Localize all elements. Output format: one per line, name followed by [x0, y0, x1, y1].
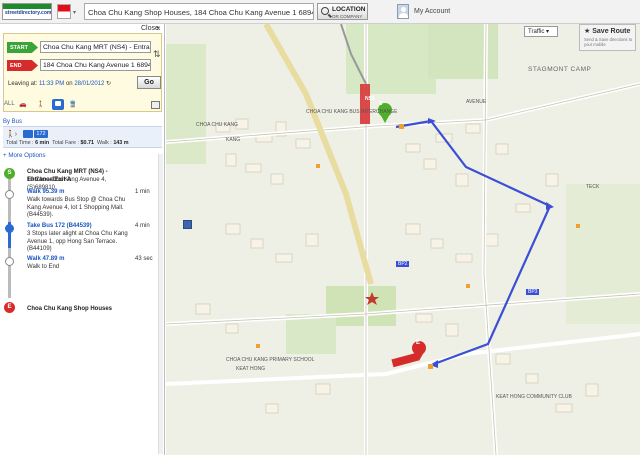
bus-number: 172	[34, 130, 48, 138]
step-duration: 43 sec	[135, 256, 153, 262]
step-bus-link[interactable]: Take Bus 172 (B44539)	[27, 223, 131, 231]
traffic-dropdown[interactable]: Traffic ▾	[524, 26, 558, 37]
total-time: 6 min	[35, 140, 50, 146]
step-sub: Walk to End	[27, 264, 60, 270]
map-label: NS4	[365, 96, 375, 102]
start-field[interactable]: Choa Chu Kang MRT (NS4) - Entrar	[40, 41, 151, 53]
save-route-button[interactable]: ★ Save Route Send & Save directions to y…	[579, 24, 636, 51]
map-label: TECK	[586, 184, 600, 190]
step-walk-link[interactable]: Walk 47.89 m	[27, 256, 131, 264]
step-duration: 1 min	[135, 189, 150, 195]
end-marker-icon: E	[4, 302, 15, 313]
more-options-link[interactable]: + More Options	[3, 152, 45, 159]
tab-all[interactable]: ALL	[4, 101, 15, 107]
step-walk-link[interactable]: Walk 95.39 m	[27, 189, 131, 197]
location-search-button[interactable]: LOCATION OR COMPANY	[317, 3, 368, 20]
leaving-on: on	[65, 81, 73, 87]
map-label: KEAT HONG COMMUNITY CLUB	[496, 394, 572, 400]
total-fare-label: Total Fare :	[52, 140, 80, 146]
directions-panel: Close × START Choa Chu Kang MRT (NS4) - …	[0, 24, 165, 455]
end-field[interactable]: 184 Choa Chu Kang Avenue 1 6894	[40, 59, 151, 71]
step-title: Choa Chu Kang Shop Houses	[27, 306, 113, 312]
step-sub: 3 Stops later alight at Choa Chu Kang Av…	[27, 231, 128, 253]
bus-icon	[23, 130, 33, 138]
map-label: AVENUE	[466, 99, 487, 105]
leaving-time[interactable]: 11:33 PM	[39, 81, 64, 87]
map-view[interactable]: STAGMONT CAMP NS4 S E BP2 BP3 CHOA CHU K…	[166, 24, 640, 455]
top-bar: streetdirectory.com ▾ Choa Chu Kang Shop…	[0, 0, 640, 24]
route-option[interactable]: 🚶› 172 Total Time : 6 min Total Fare : $…	[3, 126, 162, 148]
map-label: BP3	[526, 289, 540, 295]
end-tag: END	[7, 60, 38, 71]
chevron-down-icon[interactable]: ▾	[73, 9, 76, 16]
park-area	[326, 286, 396, 326]
start-marker-icon: S	[4, 168, 15, 179]
map-label: STAGMONT CAMP	[528, 66, 592, 73]
panel-scrollbar[interactable]	[158, 154, 163, 454]
leaving-at: Leaving at: 11:33 PM on 28/01/2012 ↻	[8, 80, 111, 87]
leaving-label: Leaving at:	[8, 81, 38, 87]
search-input[interactable]: Choa Chu Kang Shop Houses, 184 Choa Chu …	[84, 3, 314, 20]
transport-mode-tabs: ALL 🚗 🚶 🚆	[3, 99, 162, 114]
map-label: S	[379, 101, 383, 107]
print-icon[interactable]	[151, 101, 160, 109]
step-sub: Walk towards Bus Stop @ Choa Chu Kang Av…	[27, 197, 126, 219]
map-canvas	[166, 24, 640, 455]
map-label: E	[416, 340, 421, 346]
close-icon[interactable]: ×	[156, 24, 161, 33]
car-icon[interactable]: 🚗	[19, 101, 26, 108]
go-button[interactable]: Go	[137, 76, 161, 89]
total-time-label: Total Time :	[6, 140, 34, 146]
total-fare: $0.71	[80, 140, 95, 146]
walk-step-icon	[5, 257, 14, 266]
map-label: KEAT HONG	[236, 366, 265, 372]
map-label: CHOA CHU KANG PRIMARY SCHOOL	[226, 357, 315, 363]
location-label: LOCATION	[332, 6, 366, 13]
map-label: BP2	[396, 261, 410, 267]
leaving-date[interactable]: 28/01/2012	[74, 81, 104, 87]
refresh-icon[interactable]: ↻	[106, 81, 111, 87]
map-label: CHOA CHU KANG	[196, 122, 238, 128]
walk-step-icon	[5, 190, 14, 199]
swap-icon[interactable]: ⇅	[153, 49, 161, 60]
park-area	[166, 44, 206, 164]
walk-icon: 🚶›	[6, 131, 18, 138]
bus-route-line	[395, 119, 552, 366]
logo-text: streetdirectory.com	[5, 10, 52, 16]
walk-distance: 143 m	[113, 140, 129, 146]
zoom-control[interactable]	[183, 220, 192, 229]
streetdirectory-logo[interactable]: streetdirectory.com	[2, 3, 52, 20]
logo-stripe	[3, 4, 51, 9]
my-account-link[interactable]: My Account	[414, 8, 450, 15]
save-route-label: ★ Save Route	[584, 28, 631, 35]
location-sub-label: OR COMPANY	[332, 14, 363, 19]
walk-label: Walk :	[97, 140, 112, 146]
magnifier-icon	[321, 7, 329, 15]
save-route-sub: Send & Save directions to your mobile	[584, 37, 633, 47]
map-label: CHOA CHU KANG BUS INTERCHANGE	[306, 109, 398, 115]
avatar[interactable]	[397, 4, 409, 19]
map-label: KANG	[226, 137, 241, 143]
traffic-label: Traffic	[528, 29, 545, 35]
park-area	[566, 184, 640, 324]
walk-icon[interactable]: 🚶	[37, 101, 44, 108]
route-summary: Total Time : 6 min Total Fare : $0.71 Wa…	[6, 140, 129, 146]
start-tag: START	[7, 42, 38, 53]
by-bus-heading[interactable]: By Bus	[3, 119, 22, 125]
park-area	[286, 314, 336, 354]
bus-step-icon	[5, 224, 14, 233]
bus-icon[interactable]	[52, 99, 64, 110]
singapore-flag-icon[interactable]	[57, 4, 71, 19]
park-area	[346, 24, 436, 94]
step-duration: 4 min	[135, 223, 150, 229]
train-icon[interactable]: 🚆	[69, 101, 76, 108]
mrt-station	[360, 84, 370, 124]
